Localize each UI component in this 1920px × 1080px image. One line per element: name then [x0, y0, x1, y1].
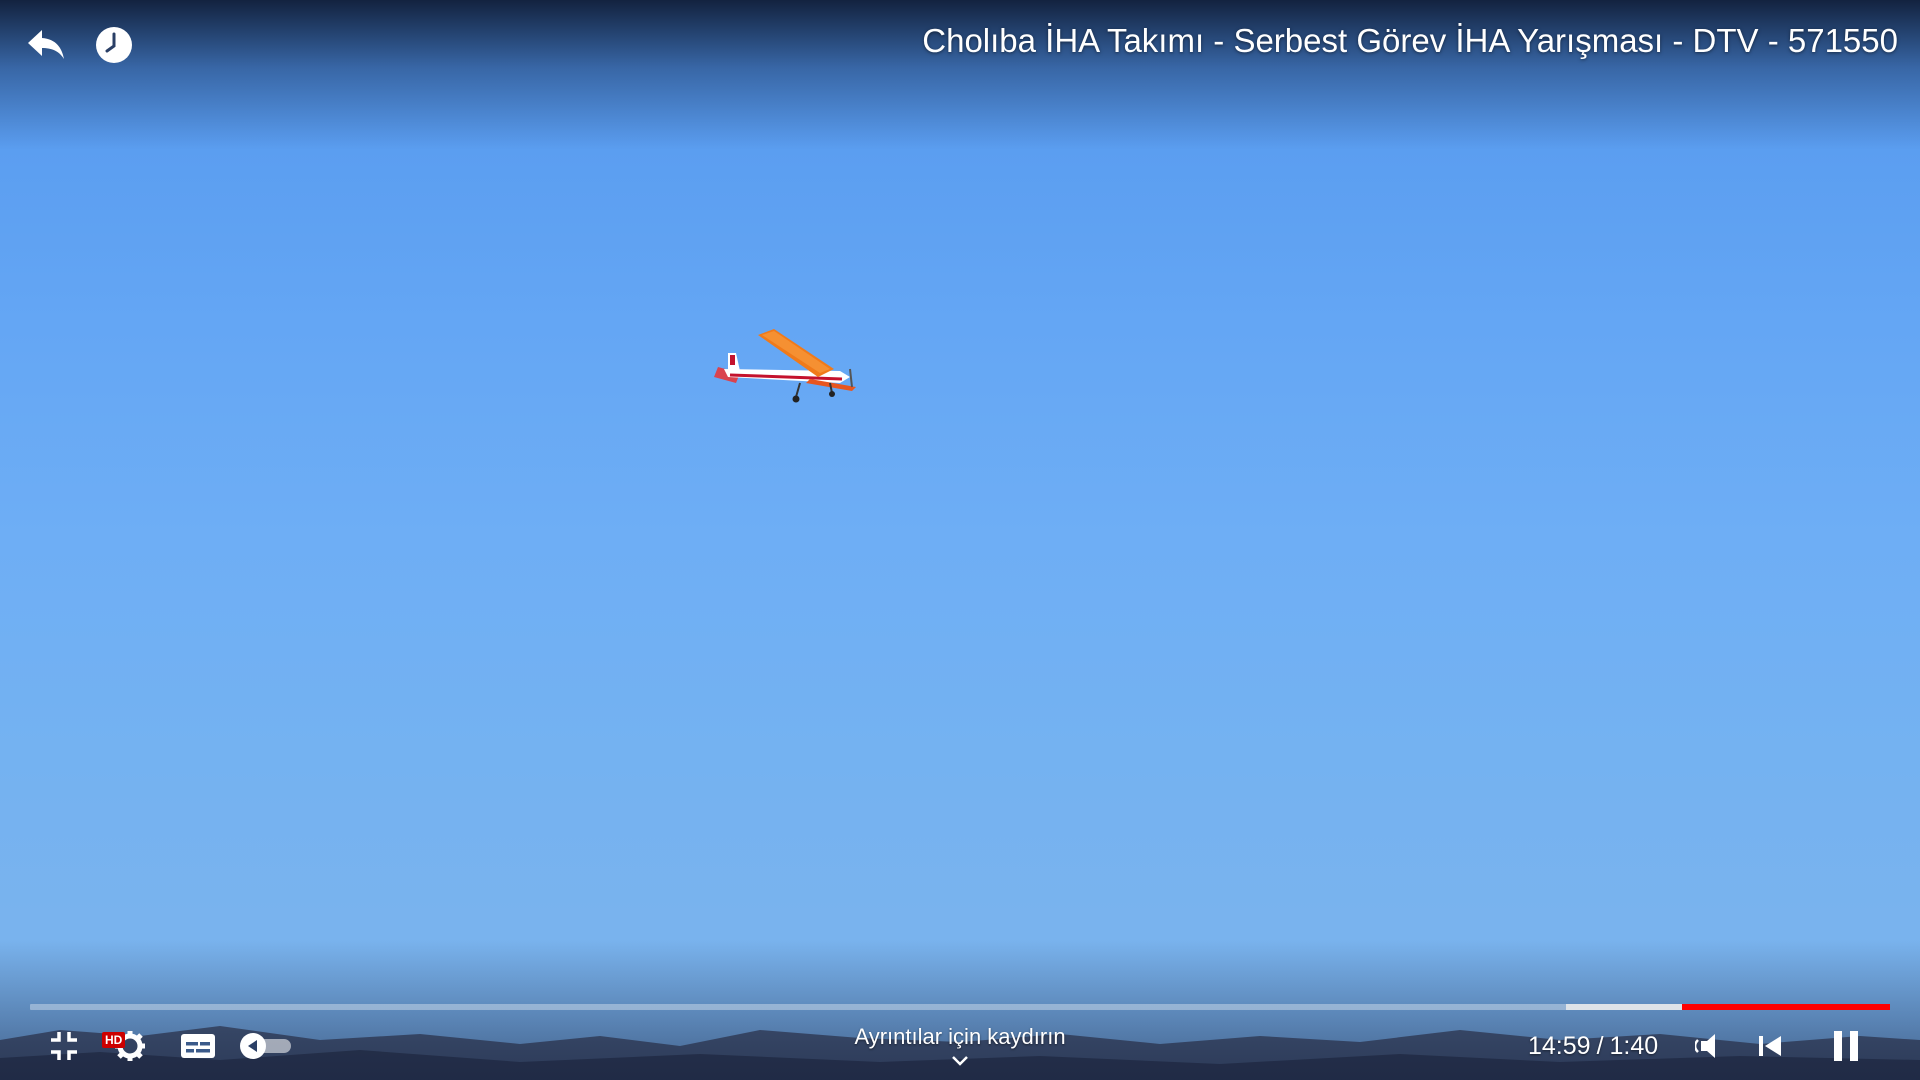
pause-button[interactable] — [1826, 1026, 1866, 1066]
video-title[interactable]: Cholıba İHA Takımı - Serbest Görev İHA Y… — [922, 22, 1898, 60]
skip-previous-icon — [1759, 1036, 1781, 1056]
volume-icon — [1695, 1034, 1715, 1058]
time-display: 14:59/1:40 — [1528, 1032, 1658, 1061]
back-button[interactable] — [22, 22, 70, 68]
time-separator: / — [1596, 1032, 1604, 1060]
time-current: 1:40 — [1609, 1032, 1659, 1060]
watch-later-button[interactable] — [90, 22, 138, 68]
time-total: 14:59 — [1528, 1032, 1591, 1060]
progress-played — [1681, 1004, 1890, 1010]
previous-button[interactable] — [1752, 1028, 1788, 1064]
reply-arrow-icon — [28, 30, 64, 59]
progress-bar[interactable] — [30, 1004, 1890, 1010]
volume-button[interactable] — [1692, 1028, 1726, 1064]
airplane-image — [714, 329, 856, 403]
clock-icon — [96, 27, 132, 63]
chevron-down-icon[interactable] — [950, 1054, 970, 1068]
pause-icon — [1834, 1031, 1858, 1061]
video-player[interactable]: Cholıba İHA Takımı - Serbest Görev İHA Y… — [0, 0, 1920, 1080]
